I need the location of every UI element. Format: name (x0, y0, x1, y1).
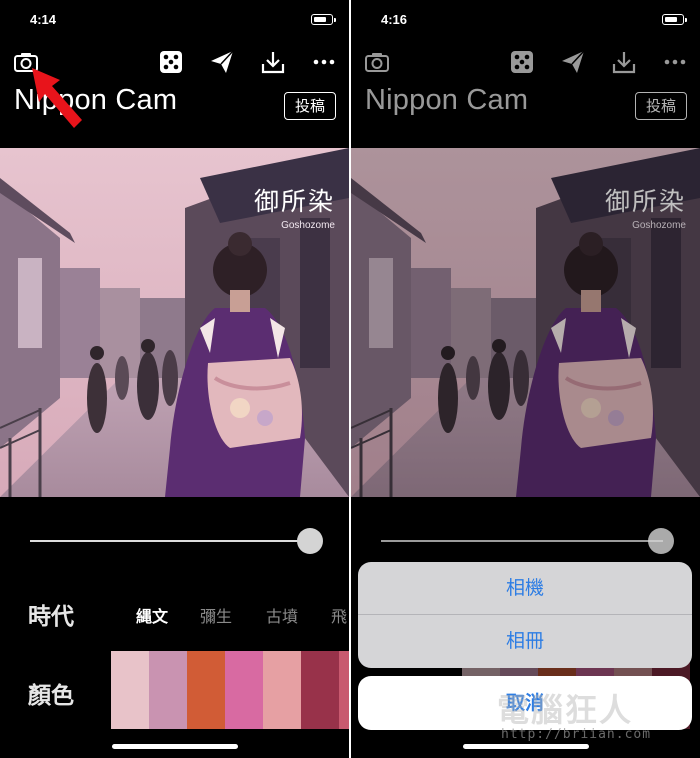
filter-slider-knob[interactable] (297, 528, 323, 554)
color-swatch[interactable] (263, 651, 301, 729)
color-swatch[interactable] (301, 651, 339, 729)
color-swatch[interactable] (339, 651, 349, 729)
color-label: 顏色 (28, 683, 74, 709)
color-swatch[interactable] (111, 651, 149, 729)
era-label: 時代 (28, 604, 74, 630)
watermark-logo: 電腦狂人 (497, 691, 634, 729)
status-time: 4:14 (30, 12, 57, 27)
dice-icon[interactable] (158, 50, 184, 74)
post-button[interactable]: 投稿 (635, 92, 687, 120)
app-screen-after: 4:16 Nippon Cam 投稿 御所染 Goshozome 相機 相冊 取… (351, 0, 700, 758)
download-icon[interactable] (611, 50, 637, 74)
color-swatch[interactable] (225, 651, 263, 729)
filter-slider-knob[interactable] (648, 528, 674, 554)
preview-photo: 御所染 Goshozome (0, 148, 349, 497)
send-icon[interactable] (209, 50, 235, 74)
era-tab-yayoi[interactable]: 彌生 (200, 603, 232, 627)
era-tab-kofun[interactable]: 古墳 (266, 603, 298, 627)
color-swatch[interactable] (149, 651, 187, 729)
filter-slider-track[interactable] (30, 540, 312, 542)
battery-icon (311, 14, 336, 25)
dice-icon[interactable] (509, 50, 535, 74)
more-icon[interactable] (662, 50, 688, 74)
color-name-en: Goshozome (632, 220, 686, 231)
more-icon[interactable] (311, 50, 337, 74)
filter-slider-track[interactable] (381, 540, 663, 542)
send-icon[interactable] (560, 50, 586, 74)
app-screen-before: 4:14 Nippon Cam 投稿 御所染 Goshozome 時代 縄文 彌… (0, 0, 349, 758)
action-camera-button[interactable]: 相機 (358, 562, 692, 614)
post-button[interactable]: 投稿 (284, 92, 336, 120)
color-name-jp: 御所染 (604, 187, 686, 216)
action-album-button[interactable]: 相冊 (358, 615, 692, 667)
era-tab-asuka[interactable]: 飛 (331, 603, 347, 627)
camera-icon[interactable] (364, 50, 390, 74)
home-indicator (112, 744, 238, 749)
color-name-en: Goshozome (281, 220, 335, 231)
app-title: Nippon Cam (365, 84, 529, 116)
annotation-arrow-icon (32, 68, 82, 128)
color-swatch[interactable] (187, 651, 225, 729)
watermark-url: http://briian.com (501, 727, 652, 742)
download-icon[interactable] (260, 50, 286, 74)
color-name-jp: 御所染 (253, 187, 335, 216)
action-sheet: 相機 相冊 (358, 562, 692, 668)
home-indicator (463, 744, 589, 749)
preview-photo: 御所染 Goshozome (351, 148, 700, 497)
era-tab-jomon[interactable]: 縄文 (136, 603, 168, 627)
